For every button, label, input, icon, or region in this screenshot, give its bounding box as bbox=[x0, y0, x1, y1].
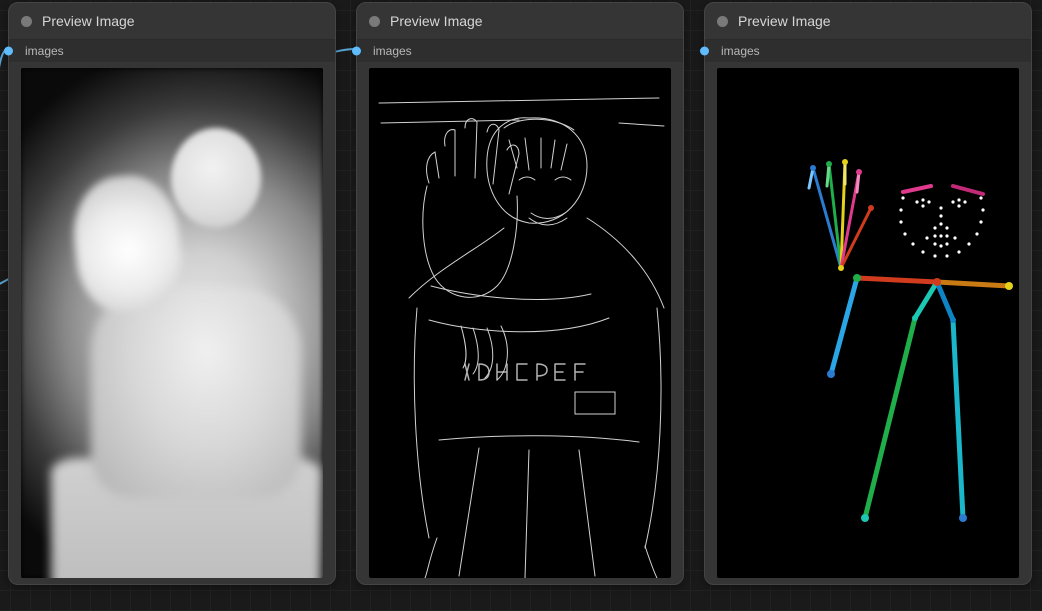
input-port-dot[interactable] bbox=[4, 47, 13, 56]
edge-map-image[interactable] bbox=[369, 68, 671, 578]
input-port-label: images bbox=[721, 44, 760, 58]
collapse-dot-icon[interactable] bbox=[21, 16, 32, 27]
preview-image-node-2[interactable]: Preview Image images bbox=[356, 2, 684, 585]
input-port-row: images bbox=[357, 40, 683, 62]
preview-body bbox=[705, 62, 1031, 584]
input-port-row: images bbox=[9, 40, 335, 62]
node-header[interactable]: Preview Image bbox=[705, 3, 1031, 40]
input-port-dot[interactable] bbox=[352, 47, 361, 56]
node-graph-workspace[interactable]: Preview Image images Preview Image image… bbox=[0, 0, 1042, 611]
preview-image-node-3[interactable]: Preview Image images bbox=[704, 2, 1032, 585]
node-title: Preview Image bbox=[42, 13, 135, 29]
collapse-dot-icon[interactable] bbox=[369, 16, 380, 27]
depth-map-image[interactable] bbox=[21, 68, 323, 578]
input-port-label: images bbox=[373, 44, 412, 58]
node-header[interactable]: Preview Image bbox=[357, 3, 683, 40]
node-header[interactable]: Preview Image bbox=[9, 3, 335, 40]
input-port-dot[interactable] bbox=[700, 47, 709, 56]
node-title: Preview Image bbox=[738, 13, 831, 29]
collapse-dot-icon[interactable] bbox=[717, 16, 728, 27]
node-title: Preview Image bbox=[390, 13, 483, 29]
input-port-row: images bbox=[705, 40, 1031, 62]
preview-body bbox=[9, 62, 335, 584]
input-port-label: images bbox=[25, 44, 64, 58]
pose-skeleton-image[interactable] bbox=[717, 68, 1019, 578]
preview-body bbox=[357, 62, 683, 584]
preview-image-node-1[interactable]: Preview Image images bbox=[8, 2, 336, 585]
